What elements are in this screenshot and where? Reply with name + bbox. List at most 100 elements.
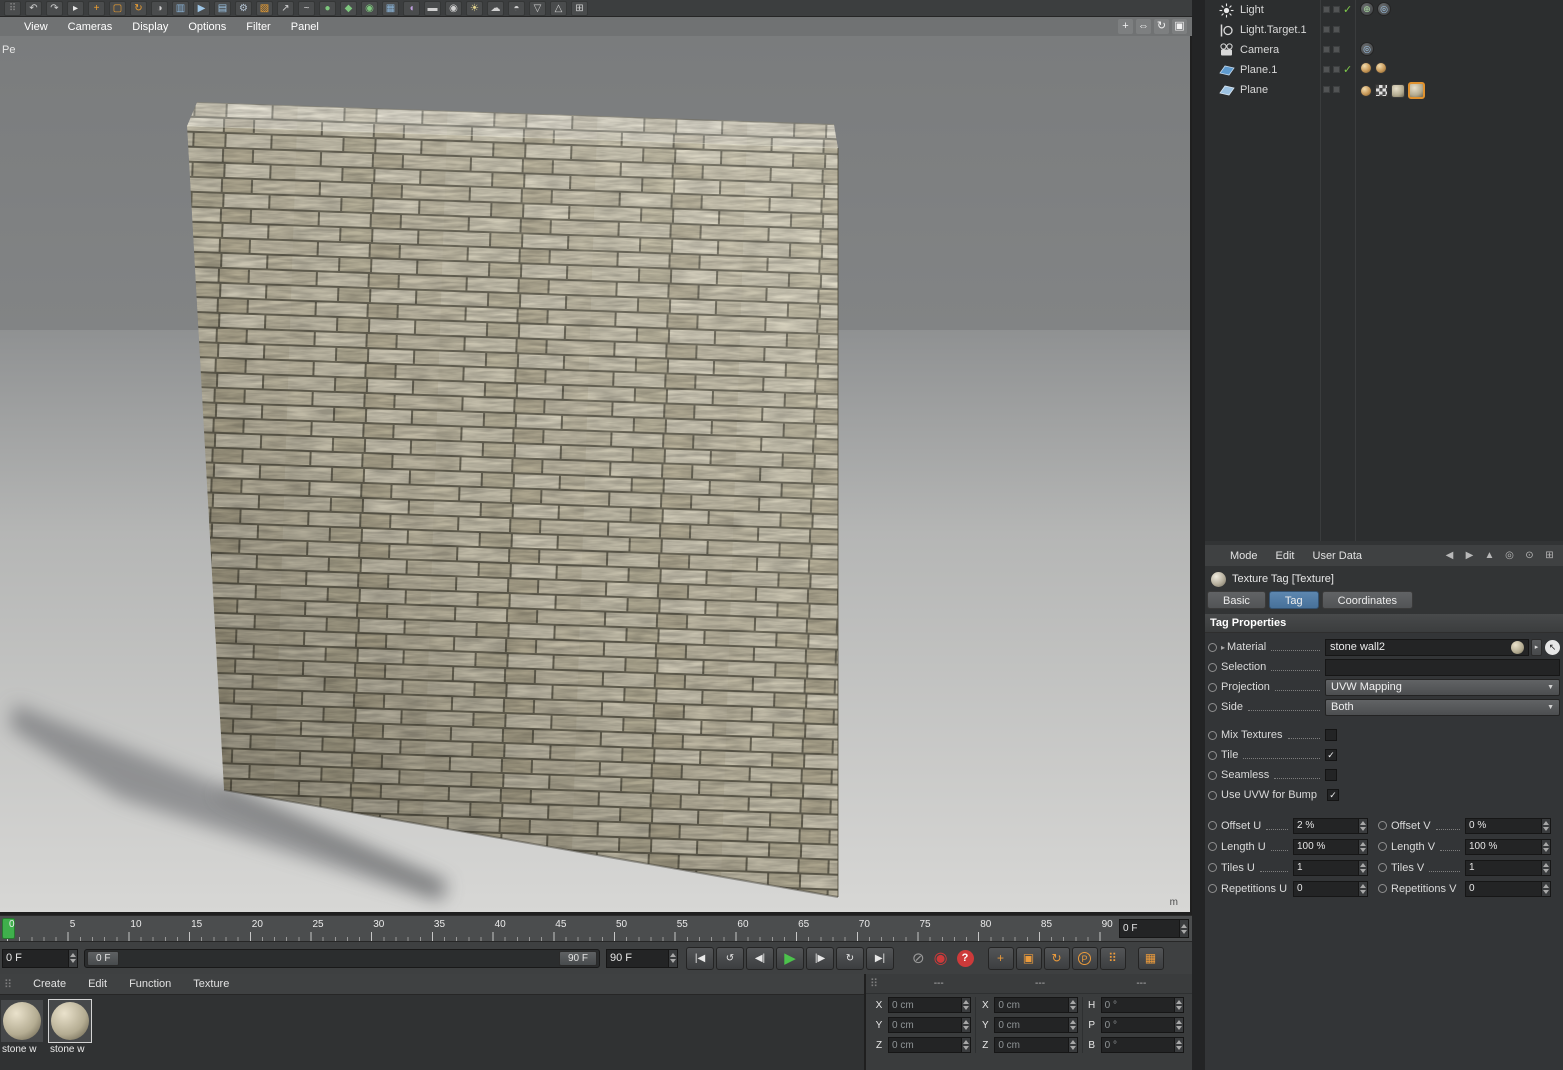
position-z-field[interactable]: 0 cm bbox=[888, 1037, 972, 1053]
selection-field[interactable] bbox=[1325, 658, 1560, 676]
current-frame-field[interactable]: 0 F bbox=[2, 948, 78, 968]
menu-options[interactable]: Options bbox=[178, 21, 236, 33]
uvw-tag-icon[interactable] bbox=[1375, 84, 1388, 97]
material-thumbnail[interactable] bbox=[48, 999, 92, 1043]
goto-start-button[interactable]: |◀ bbox=[686, 946, 714, 970]
move-tool-icon[interactable]: + bbox=[88, 1, 105, 16]
play-loop-button[interactable]: ↻ bbox=[836, 946, 864, 970]
object-row-plane1[interactable]: Plane.1 ✓ bbox=[1205, 60, 1563, 80]
keyframe-circle[interactable] bbox=[1208, 682, 1217, 692]
expression-tag-icon[interactable]: ◎ bbox=[1377, 2, 1391, 16]
position-x-field[interactable]: 0 cm bbox=[888, 997, 972, 1013]
current-frame-display[interactable]: 0 F bbox=[1119, 919, 1189, 938]
phong-tag-icon[interactable] bbox=[1360, 84, 1372, 97]
keyframe-circle[interactable] bbox=[1378, 821, 1387, 830]
key-rotation-button[interactable]: ↻ bbox=[1043, 946, 1070, 970]
keyframe-circle[interactable] bbox=[1208, 750, 1217, 760]
keyframe-circle[interactable] bbox=[1378, 863, 1387, 872]
rotation-p-field[interactable]: 0 ° bbox=[1100, 1017, 1184, 1033]
material-swatch-selected[interactable]: stone w bbox=[48, 999, 93, 1055]
live-selection-icon[interactable]: ▸ bbox=[67, 1, 84, 16]
light-object-icon[interactable]: ☀ bbox=[466, 1, 483, 16]
menu-view[interactable]: View bbox=[14, 21, 58, 33]
texture-tag-icon[interactable] bbox=[1391, 83, 1405, 98]
menu-filter[interactable]: Filter bbox=[236, 21, 280, 33]
primitive-cube-icon[interactable]: ▧ bbox=[256, 1, 273, 16]
rotate-tool-icon[interactable]: ↻ bbox=[130, 1, 147, 16]
parent-up-icon[interactable]: ▲ bbox=[1482, 548, 1497, 563]
keyframe-selection-button[interactable]: ▦ bbox=[1137, 946, 1164, 970]
length-v-field[interactable]: 100 % bbox=[1465, 838, 1551, 855]
rotation-b-field[interactable]: 0 ° bbox=[1100, 1037, 1184, 1053]
target-expression-tag-icon[interactable]: ◎ bbox=[1360, 42, 1374, 56]
keyframe-circle[interactable] bbox=[1208, 884, 1217, 893]
render-settings-icon[interactable]: ⚙ bbox=[235, 1, 252, 16]
stepper[interactable] bbox=[668, 949, 677, 967]
viewport-3d[interactable]: Pe m bbox=[0, 36, 1190, 912]
toggle-view-icon[interactable]: ▣ bbox=[1172, 19, 1187, 34]
sky-object-icon[interactable]: ☁ bbox=[487, 1, 504, 16]
use-uvw-for-bump-checkbox[interactable]: ✓ bbox=[1326, 789, 1339, 801]
key-pla-button[interactable]: ⠿ bbox=[1099, 946, 1126, 970]
menu-mode[interactable]: Mode bbox=[1221, 550, 1267, 562]
visibility-toggles[interactable] bbox=[1323, 86, 1340, 93]
tile-checkbox[interactable]: ✓ bbox=[1325, 749, 1337, 761]
keyframe-circle[interactable] bbox=[1208, 662, 1217, 672]
last-tool-icon[interactable]: ◑ bbox=[151, 1, 168, 16]
visibility-toggles[interactable] bbox=[1323, 46, 1340, 53]
side-dropdown[interactable]: Both ▼ bbox=[1325, 698, 1560, 716]
history-back-icon[interactable]: ◀ bbox=[1442, 548, 1457, 563]
menu-edit[interactable]: Edit bbox=[1267, 550, 1304, 562]
stepper[interactable] bbox=[1067, 998, 1077, 1012]
stepper[interactable] bbox=[1358, 881, 1367, 896]
menu-cameras[interactable]: Cameras bbox=[58, 21, 123, 33]
keyframe-circle[interactable] bbox=[1378, 884, 1387, 893]
extrude-object-icon[interactable]: ◆ bbox=[340, 1, 357, 16]
mix-textures-checkbox[interactable] bbox=[1325, 729, 1337, 741]
new-panel-icon[interactable]: ⊞ bbox=[1542, 548, 1557, 563]
preview-range-slider[interactable]: 0 F 90 F bbox=[84, 948, 600, 968]
seamless-checkbox[interactable] bbox=[1325, 769, 1337, 781]
keyframe-record-icon[interactable]: ◉ bbox=[934, 948, 948, 968]
record-disabled-icon[interactable]: ⊘ bbox=[912, 949, 925, 967]
keyframe-circle[interactable] bbox=[1208, 642, 1217, 652]
enable-check-icon[interactable]: ✓ bbox=[1343, 63, 1352, 76]
redo-icon[interactable]: ↷ bbox=[46, 1, 63, 16]
menu-panel[interactable]: Panel bbox=[281, 21, 329, 33]
menu-user-data[interactable]: User Data bbox=[1304, 550, 1372, 562]
stepper[interactable] bbox=[961, 1038, 971, 1052]
scale-column-header[interactable]: --- bbox=[989, 978, 1090, 989]
pan-view-icon[interactable]: + bbox=[1118, 19, 1133, 34]
scale-z-field[interactable]: 0 cm bbox=[994, 1037, 1078, 1053]
timeline-ruler[interactable]: 0 F 0 5 10 15 20 25 30 35 40 45 50 55 60 65 70 75 80 85 90 bbox=[0, 915, 1192, 941]
stepper[interactable] bbox=[1179, 920, 1188, 937]
scale-x-field[interactable]: 0 cm bbox=[994, 997, 1078, 1013]
end-frame-field[interactable]: 90 F bbox=[606, 948, 678, 968]
stepper[interactable] bbox=[1173, 1038, 1183, 1052]
stepper[interactable] bbox=[1541, 818, 1550, 833]
keyframe-circle[interactable] bbox=[1208, 730, 1217, 740]
menu-function[interactable]: Function bbox=[118, 978, 182, 990]
pen-tool-icon[interactable]: ↗ bbox=[277, 1, 294, 16]
material-popup-button[interactable]: ▸ bbox=[1531, 638, 1542, 656]
range-start-handle[interactable]: 0 F bbox=[87, 950, 120, 966]
selection-filter-icon[interactable]: ▽ bbox=[529, 1, 546, 16]
position-column-header[interactable]: --- bbox=[888, 978, 989, 989]
stepper[interactable] bbox=[1067, 1038, 1077, 1052]
keyframe-circle[interactable] bbox=[1208, 702, 1217, 712]
drag-handle-icon[interactable]: ⠿ bbox=[4, 1, 21, 16]
keyframe-circle[interactable] bbox=[1378, 842, 1387, 851]
length-u-field[interactable]: 100 % bbox=[1293, 838, 1368, 855]
panel-divider[interactable] bbox=[1192, 0, 1205, 1070]
keyframe-circle[interactable] bbox=[1208, 821, 1217, 830]
render-picture-viewer-icon[interactable]: ▤ bbox=[214, 1, 231, 16]
object-row-light-target[interactable]: Light.Target.1 bbox=[1205, 20, 1563, 40]
stepper[interactable] bbox=[961, 1018, 971, 1032]
stepper[interactable] bbox=[1541, 881, 1550, 896]
snap-settings-icon[interactable]: △ bbox=[550, 1, 567, 16]
texture-tag-selected-icon[interactable] bbox=[1408, 82, 1425, 99]
coordinate-system-icon[interactable]: ▥ bbox=[172, 1, 189, 16]
undo-icon[interactable]: ↶ bbox=[25, 1, 42, 16]
previous-frame-button[interactable]: ◀| bbox=[746, 946, 774, 970]
visibility-toggles[interactable] bbox=[1323, 6, 1340, 13]
